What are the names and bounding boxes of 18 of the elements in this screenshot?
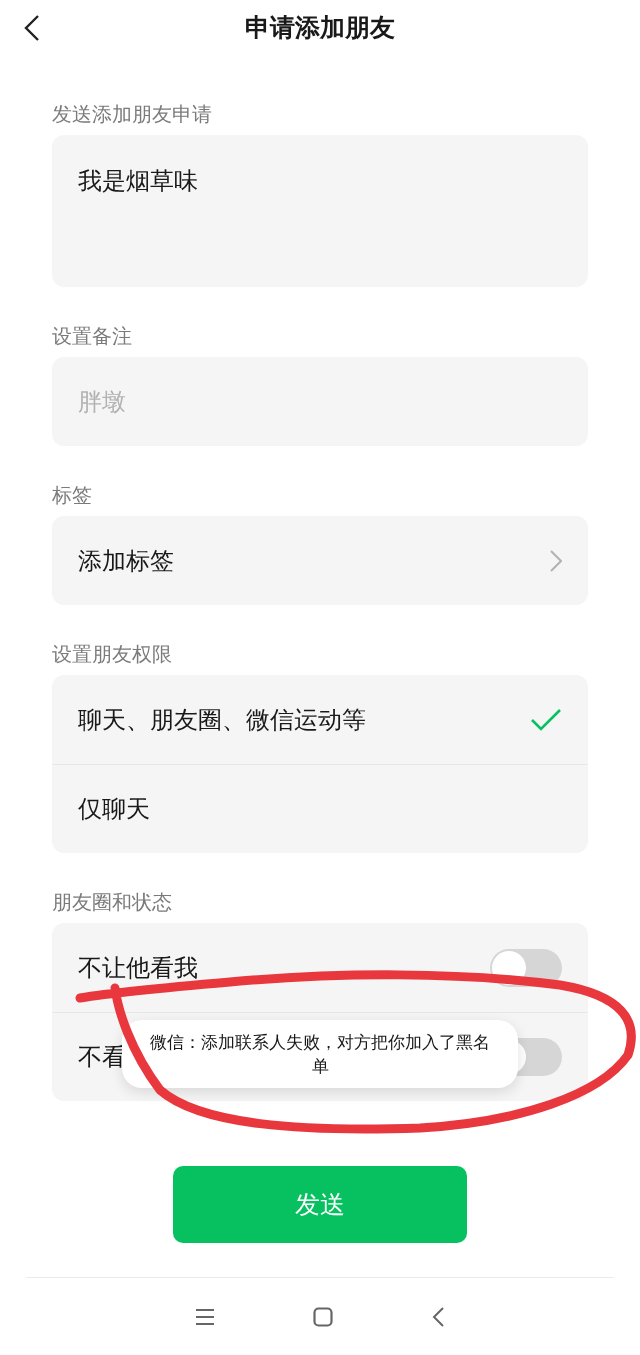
back-icon[interactable]	[22, 14, 42, 42]
permission-option[interactable]: 仅聊天	[52, 764, 588, 853]
page-title: 申请添加朋友	[245, 13, 395, 42]
menu-icon[interactable]	[195, 1307, 215, 1326]
section-label: 朋友圈和状态	[52, 889, 173, 916]
permission-option[interactable]: 聊天、朋友圈、微信运动等	[52, 675, 588, 764]
checkmark-icon	[530, 707, 562, 732]
toast-message: 微信：添加联系人失败，对方把你加入了黑名单	[122, 1020, 518, 1088]
section-label: 设置备注	[52, 323, 133, 350]
add-tag-item[interactable]: 添加标签	[52, 516, 588, 605]
remark-field[interactable]: 胖墩	[52, 357, 588, 446]
chevron-icon	[550, 549, 562, 572]
home-icon[interactable]	[313, 1306, 333, 1327]
section-label: 发送添加朋友申请	[52, 101, 213, 128]
section-label: 设置朋友权限	[52, 641, 173, 668]
message-field[interactable]: 我是烟草味	[52, 135, 588, 287]
setting-label: 不让他看我	[78, 952, 198, 984]
section-label: 标签	[52, 482, 93, 509]
